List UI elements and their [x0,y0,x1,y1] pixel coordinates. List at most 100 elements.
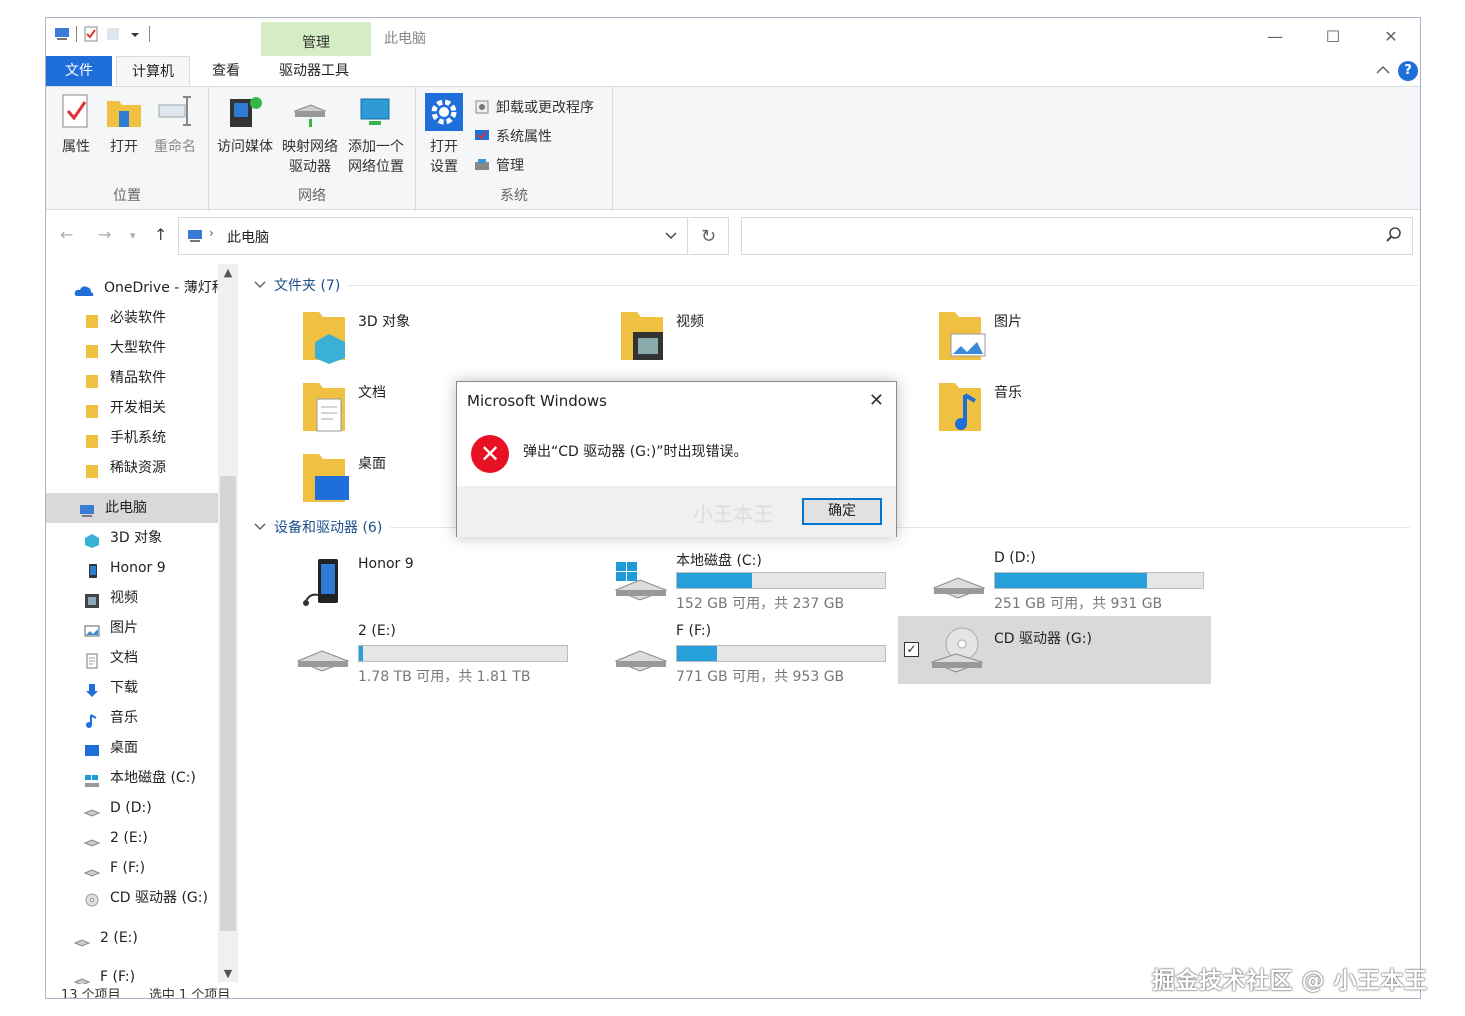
status-bar: 13 个项目 选中 1 个项目 [61,984,254,998]
device-item-drive-d[interactable]: D (D:) 251 GB 可用，共 931 GB [922,546,1237,614]
sidebar-item-drive-f[interactable]: F (F:) [83,853,145,883]
navigation-pane: OneDrive - 薄灯科 必装软件 大型软件 精品软件 开发相关 手机系统 … [46,264,242,984]
tab-drive-tools[interactable]: 驱动器工具 [264,56,364,86]
system-properties-button[interactable]: 系统属性 [474,126,552,146]
address-bar[interactable]: › 此电脑 [178,217,688,255]
drive-icon [73,969,91,984]
access-media-button[interactable]: 访问媒体 [214,93,276,157]
properties-button[interactable]: 属性 [56,93,96,157]
ribbon-tabs: 文件 计算机 查看 驱动器工具 [46,56,1420,86]
network-drive-icon [291,93,329,131]
close-button[interactable]: ✕ [1368,24,1414,50]
sidebar-item-folder[interactable]: 稀缺资源 [84,453,166,483]
sidebar-item-drive-e[interactable]: 2 (E:) [73,923,138,953]
open-button[interactable]: 打开 [104,93,144,157]
open-settings-button[interactable]: 打开 设置 [422,93,466,177]
drive-usage-bar [994,572,1204,589]
sidebar-item-drive-e[interactable]: 2 (E:) [83,823,148,853]
site-watermark: 掘金技术社区 @ 小王本王 [1152,968,1428,994]
dialog-title: Microsoft Windows [467,392,607,410]
ok-button[interactable]: 确定 [802,498,882,525]
folder-icon [84,370,100,388]
sidebar-item-3d-objects[interactable]: 3D 对象 [84,523,162,553]
sidebar-item-onedrive[interactable]: OneDrive - 薄灯科 [74,273,226,303]
up-arrow-icon[interactable]: ↑ [154,225,167,244]
sidebar-item-drive-f[interactable]: F (F:) [73,962,135,984]
sidebar-item-drive-c[interactable]: 本地磁盘 (C:) [84,763,196,793]
tab-file[interactable]: 文件 [46,56,112,86]
film-folder-icon [619,308,669,364]
breadcrumb[interactable]: 此电脑 [227,227,269,247]
scrollbar-thumb[interactable] [220,476,236,931]
sidebar-item-desktop[interactable]: 桌面 [84,733,138,763]
sidebar-item-folder[interactable]: 精品软件 [84,363,166,393]
tab-computer[interactable]: 计算机 [116,56,190,86]
sidebar-item-this-pc[interactable]: 此电脑 [46,493,218,523]
collapse-ribbon-icon[interactable] [1376,64,1390,79]
sidebar-item-documents[interactable]: 文档 [84,643,138,673]
folder-item-pictures[interactable]: 图片 [937,308,1197,372]
back-arrow-icon[interactable]: ← [60,225,73,244]
sidebar-scrollbar[interactable]: ▲ ▼ [218,264,238,982]
sidebar-item-videos[interactable]: 视频 [84,583,138,613]
sidebar-item-honor9[interactable]: Honor 9 [84,553,166,583]
help-icon[interactable]: ? [1398,61,1418,81]
properties-quick-icon[interactable] [83,26,99,42]
device-item-drive-f[interactable]: F (F:) 771 GB 可用，共 953 GB [604,619,919,687]
chevron-down-icon[interactable] [665,229,677,245]
document-folder-icon [301,379,351,435]
device-item-drive-c[interactable]: 本地磁盘 (C:) 152 GB 可用，共 237 GB [604,546,919,614]
sidebar-item-folder[interactable]: 大型软件 [84,333,166,363]
minimize-button[interactable]: — [1252,24,1298,50]
sidebar-item-cd-drive[interactable]: CD 驱动器 (G:) [84,883,208,913]
maximize-button[interactable]: ☐ [1310,24,1356,50]
ribbon-group-system: 打开 设置 卸载或更改程序 系统属性 管理 系统 [416,87,613,211]
drive-usage-fill [359,646,364,661]
cd-drive-icon [930,626,986,673]
sidebar-item-folder[interactable]: 手机系统 [84,423,166,453]
scroll-up-icon[interactable]: ▲ [218,266,238,279]
dialog-close-icon[interactable]: ✕ [869,390,884,411]
folder-icon [84,400,100,418]
device-item-honor9[interactable]: Honor 9 [286,551,601,619]
picture-icon [84,620,100,637]
map-network-drive-button[interactable]: 映射网络 驱动器 [279,93,341,177]
chevron-down-icon[interactable] [127,26,143,42]
recent-locations-chevron-icon[interactable]: ▾ [130,229,136,242]
drive-usage-fill [677,573,752,588]
network-location-icon [357,93,395,131]
rename-button[interactable]: 重命名 [150,93,200,157]
breadcrumb-separator-icon: › [209,226,214,240]
ribbon-group-location: 属性 打开 重命名 位置 [46,87,209,211]
ribbon-group-network: 访问媒体 映射网络 驱动器 添加一个 网络位置 网络 [209,87,416,211]
sidebar-item-drive-d[interactable]: D (D:) [83,793,152,823]
drive-icon [932,562,988,602]
context-tab-manage[interactable]: 管理 [261,22,371,56]
tab-view[interactable]: 查看 [198,56,254,86]
sidebar-item-folder[interactable]: 必装软件 [84,303,166,333]
folder-item-3d-objects[interactable]: 3D 对象 [301,308,561,372]
sidebar-item-music[interactable]: 音乐 [84,703,138,733]
picture-folder-icon [937,308,987,364]
folder-item-videos[interactable]: 视频 [619,308,879,372]
phone-icon [296,555,352,611]
search-input[interactable] [741,217,1413,255]
add-network-location-button[interactable]: 添加一个 网络位置 [344,93,408,177]
sidebar-item-pictures[interactable]: 图片 [84,613,138,643]
folder-item-music[interactable]: 音乐 [937,379,1197,443]
search-icon [1386,227,1402,243]
cd-drive-icon [84,890,100,907]
new-folder-quick-icon[interactable] [105,26,121,42]
sidebar-item-folder[interactable]: 开发相关 [84,393,166,423]
sidebar-item-downloads[interactable]: 下载 [84,673,138,703]
refresh-icon[interactable]: ↻ [689,217,729,255]
manage-button[interactable]: 管理 [474,155,524,175]
device-item-cd-drive[interactable]: ✓ CD 驱动器 (G:) [898,616,1211,684]
section-folders[interactable]: 文件夹 (7) [254,275,1419,295]
uninstall-programs-button[interactable]: 卸载或更改程序 [474,97,594,117]
device-item-drive-e[interactable]: 2 (E:) 1.78 TB 可用，共 1.81 TB [286,619,601,687]
scroll-down-icon[interactable]: ▼ [218,967,238,980]
selection-checkbox[interactable]: ✓ [904,642,919,657]
forward-arrow-icon[interactable]: → [98,225,111,244]
quick-access-toolbar [54,26,150,42]
